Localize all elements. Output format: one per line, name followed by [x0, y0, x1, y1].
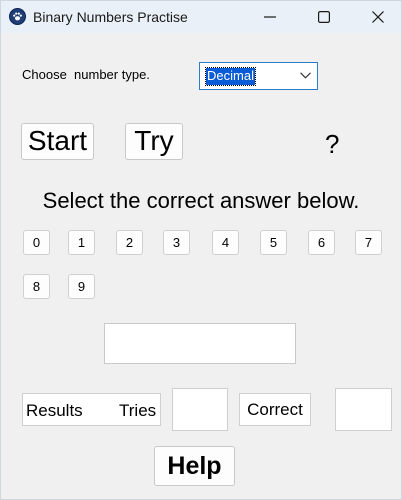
digit-button-4[interactable]: 4	[212, 230, 239, 255]
window-title: Binary Numbers Practise	[33, 9, 188, 25]
chevron-down-icon	[300, 72, 311, 79]
minimize-icon	[264, 16, 276, 18]
question-mark-label: ?	[325, 129, 340, 159]
results-panel: Results Tries	[22, 393, 161, 426]
close-icon	[372, 11, 384, 23]
maximize-button[interactable]	[301, 1, 347, 33]
digit-button-1[interactable]: 1	[68, 230, 95, 255]
answer-display	[104, 323, 296, 364]
number-type-selected-value: Decimal	[205, 67, 256, 86]
instruction-text: Select the correct answer below.	[42, 188, 360, 213]
digit-button-8[interactable]: 8	[23, 274, 50, 299]
app-window: Binary Numbers Practise Choose number ty…	[0, 0, 402, 500]
number-type-dropdown[interactable]: Decimal	[199, 62, 318, 90]
digit-button-0[interactable]: 0	[23, 230, 50, 255]
tries-count-box	[172, 388, 228, 431]
tries-label: Tries	[119, 401, 157, 420]
digit-button-7[interactable]: 7	[355, 230, 382, 255]
number-type-label: Choose number type.	[22, 67, 150, 82]
results-label: Results	[26, 401, 83, 420]
digit-button-6[interactable]: 6	[308, 230, 335, 255]
title-bar[interactable]: Binary Numbers Practise	[1, 1, 401, 33]
close-button[interactable]	[355, 1, 401, 33]
correct-count-box	[335, 388, 392, 431]
maximize-icon	[318, 11, 330, 23]
digit-button-3[interactable]: 3	[163, 230, 190, 255]
minimize-button[interactable]	[247, 1, 293, 33]
digit-button-2[interactable]: 2	[116, 230, 143, 255]
start-button[interactable]: Start	[21, 123, 94, 160]
correct-label: Correct	[239, 393, 311, 426]
paw-icon	[9, 8, 26, 25]
digit-button-9[interactable]: 9	[68, 274, 95, 299]
digit-button-5[interactable]: 5	[260, 230, 287, 255]
try-button[interactable]: Try	[125, 123, 183, 160]
help-button[interactable]: Help	[154, 446, 235, 486]
